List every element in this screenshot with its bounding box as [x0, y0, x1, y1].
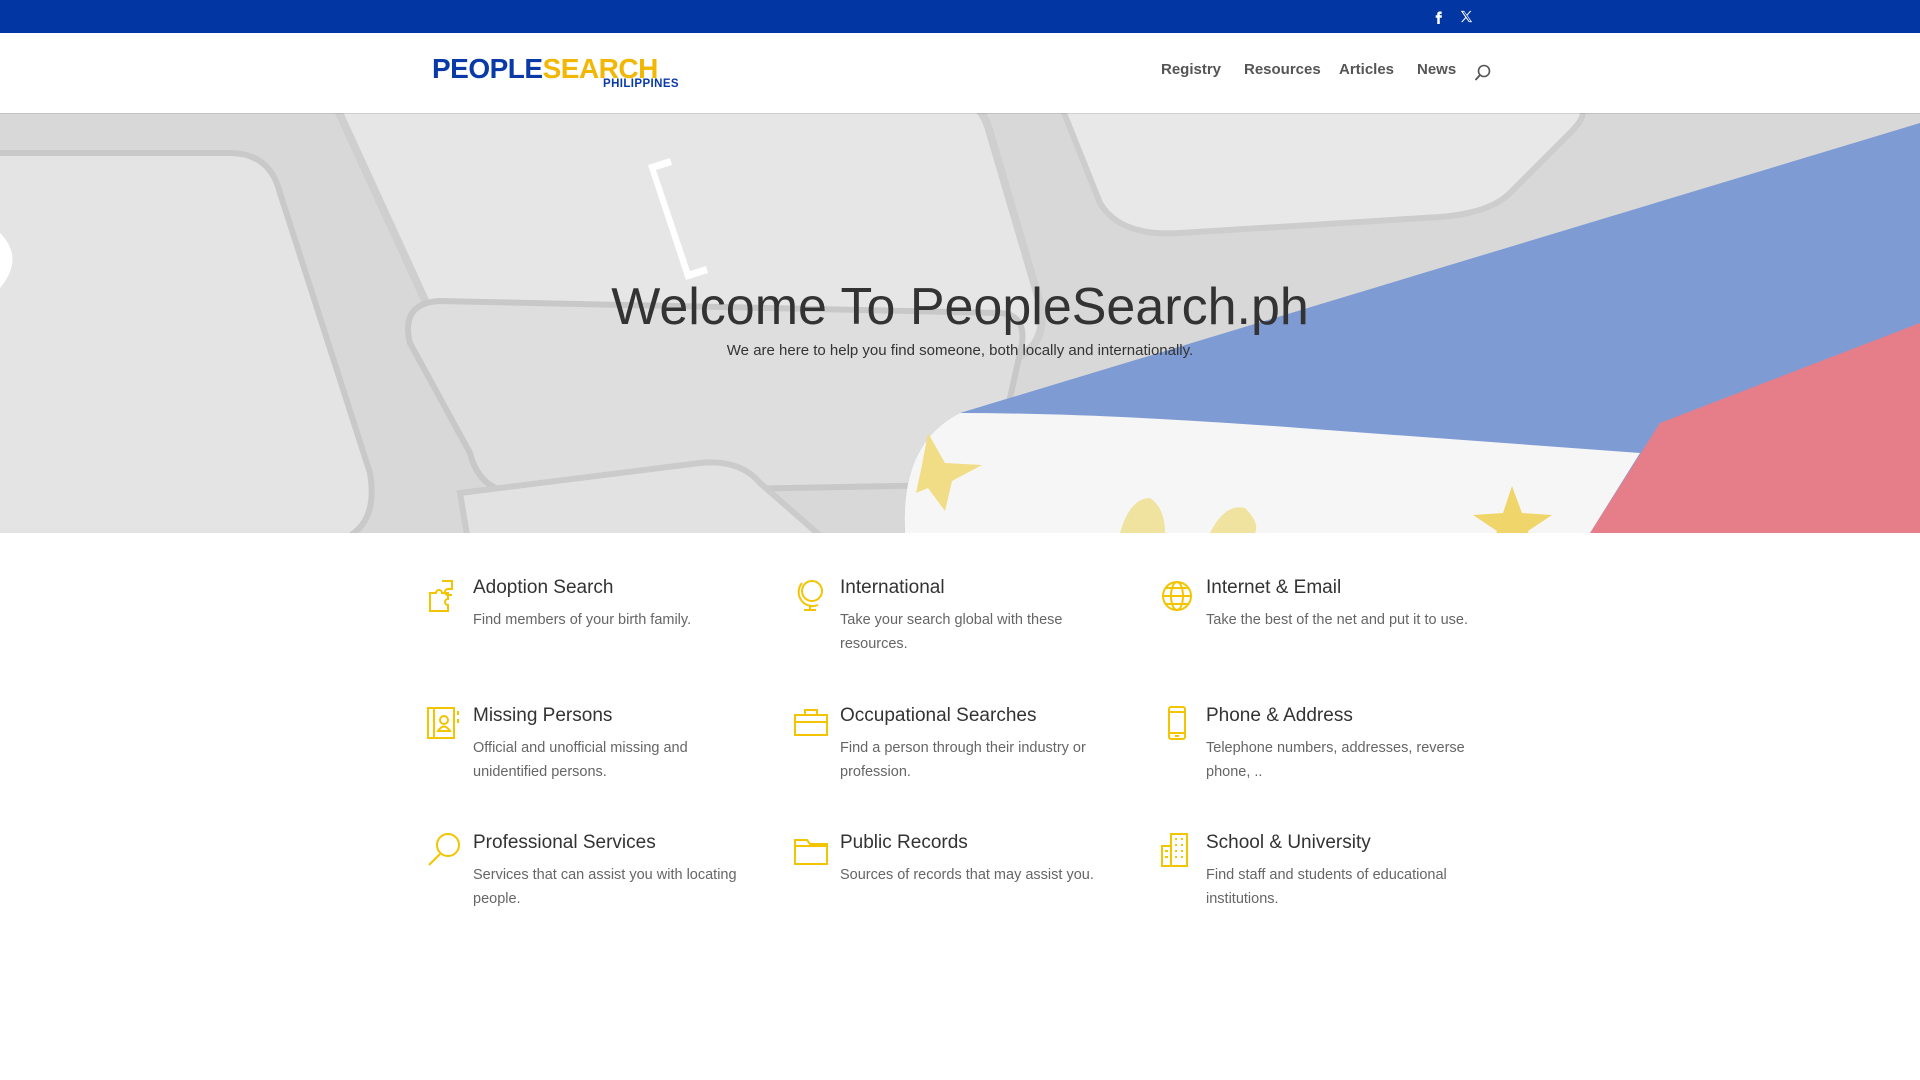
hero-banner: Welcome To PeopleSearch.ph We are here t… [0, 113, 1920, 533]
feature-international: International Take your search global wi… [793, 577, 1133, 677]
feature-professional-services: Professional Services Services that can … [426, 832, 766, 932]
magnifier-icon [426, 832, 462, 868]
hero-title: Welcome To PeopleSearch.ph [611, 278, 1309, 336]
feature-public-records: Public Records Sources of records that m… [793, 832, 1133, 932]
site-logo[interactable]: PEOPLESEARCH PHILIPPINES [432, 53, 682, 91]
top-bar [0, 0, 1920, 33]
feature-occupational-searches: Occupational Searches Find a person thro… [793, 705, 1133, 805]
feature-phone-address: Phone & Address Telephone numbers, addre… [1159, 705, 1499, 805]
feature-description: Telephone numbers, addresses, reverse ph… [1206, 740, 1465, 780]
feature-missing-persons: Missing Persons Official and unofficial … [426, 705, 766, 805]
folder-icon [793, 832, 829, 868]
puzzle-icon [426, 577, 462, 613]
feature-description: Services that can assist you with locati… [473, 867, 737, 907]
nav-resources[interactable]: Resources [1244, 61, 1321, 78]
logo-people: PEOPLE [432, 53, 543, 84]
feature-title[interactable]: Phone & Address [1206, 705, 1353, 727]
feature-title[interactable]: Occupational Searches [840, 705, 1036, 727]
logo-subtitle: PHILIPPINES [603, 78, 679, 90]
search-icon[interactable] [1472, 62, 1494, 84]
site-header: PEOPLESEARCH PHILIPPINES Registry Resour… [0, 33, 1920, 113]
feature-description: Find staff and students of educational i… [1206, 867, 1447, 907]
mobile-phone-icon [1159, 705, 1195, 741]
feature-title[interactable]: School & University [1206, 832, 1371, 854]
globe-icon [1159, 577, 1195, 613]
feature-internet-email: Internet & Email Take the best of the ne… [1159, 577, 1499, 677]
contact-book-icon [426, 705, 462, 741]
briefcase-icon [793, 705, 829, 741]
feature-title[interactable]: Public Records [840, 832, 968, 854]
nav-articles[interactable]: Articles [1339, 61, 1394, 78]
feature-title[interactable]: Adoption Search [473, 577, 614, 599]
globe-stand-icon [793, 577, 829, 613]
nav-registry[interactable]: Registry [1161, 61, 1221, 78]
feature-description: Take the best of the net and put it to u… [1206, 612, 1468, 628]
hero-subtitle: We are here to help you find someone, bo… [726, 342, 1194, 359]
feature-description: Sources of records that may assist you. [840, 867, 1094, 883]
feature-adoption-search: Adoption Search Find members of your bir… [426, 577, 766, 677]
feature-description: Find members of your birth family. [473, 612, 692, 628]
feature-title[interactable]: International [840, 577, 945, 599]
facebook-icon[interactable] [1427, 5, 1449, 27]
feature-description: Take your search global with these resou… [840, 612, 1063, 652]
feature-description: Find a person through their industry or … [840, 740, 1086, 780]
x-twitter-icon[interactable] [1455, 5, 1477, 27]
feature-description: Official and unofficial missing and unid… [473, 740, 688, 780]
feature-title[interactable]: Internet & Email [1206, 577, 1341, 599]
nav-news[interactable]: News [1417, 61, 1456, 78]
feature-school-university: School & University Find staff and stude… [1159, 832, 1499, 932]
building-icon [1159, 832, 1195, 868]
feature-title[interactable]: Missing Persons [473, 705, 612, 727]
feature-title[interactable]: Professional Services [473, 832, 656, 854]
